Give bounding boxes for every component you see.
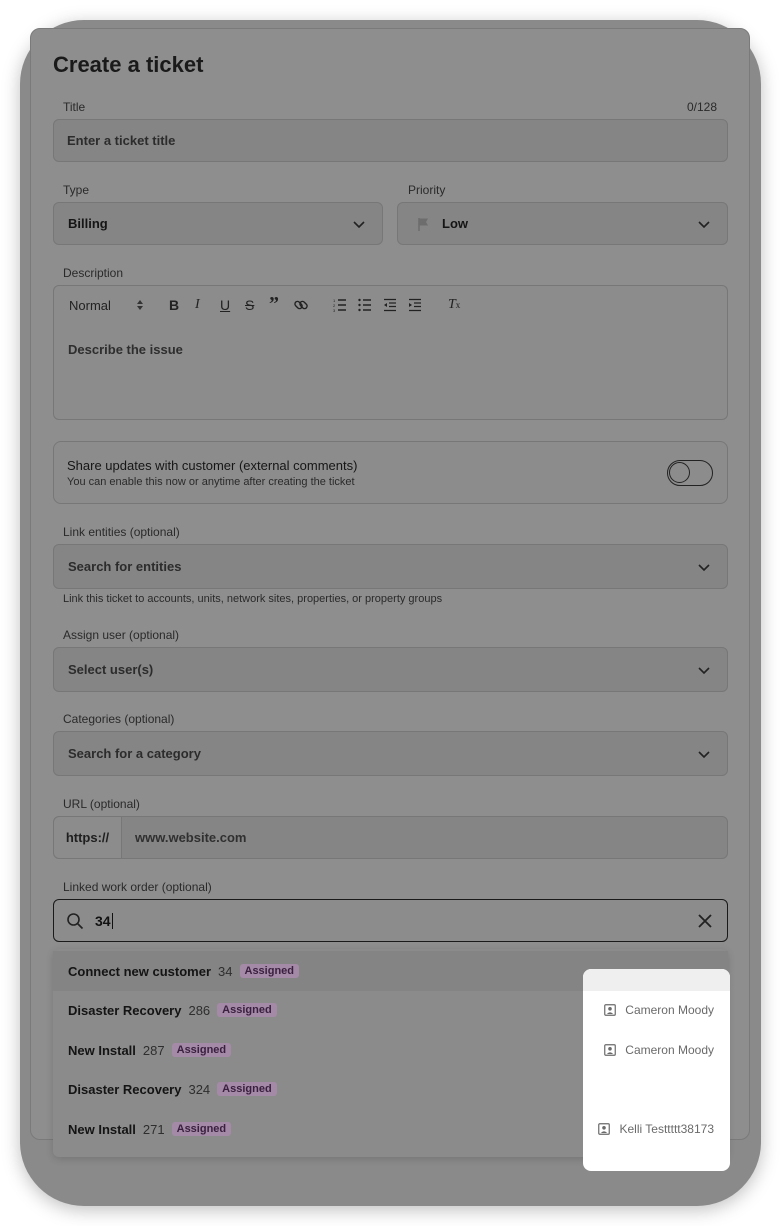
priority-label: Priority xyxy=(408,183,446,197)
updown-icon xyxy=(137,300,143,310)
bullet-list-icon[interactable] xyxy=(358,298,372,312)
flag-icon xyxy=(418,217,428,231)
bold-icon[interactable]: B xyxy=(169,297,179,313)
work-order-number: 286 xyxy=(188,1002,211,1018)
url-label: URL (optional) xyxy=(63,797,140,811)
categories-select[interactable]: Search for a category xyxy=(53,731,728,776)
description-label: Description xyxy=(63,266,124,280)
italic-icon[interactable]: I xyxy=(195,297,200,313)
search-icon xyxy=(67,912,84,929)
type-select[interactable]: Billing xyxy=(53,202,383,245)
clear-format-icon[interactable]: Tx xyxy=(448,297,460,313)
chevron-down-icon xyxy=(353,220,365,228)
type-label: Type xyxy=(63,183,90,197)
work-order-name: Connect new customer xyxy=(68,963,212,979)
type-value: Billing xyxy=(68,216,108,231)
work-order-label: Linked work order (optional) xyxy=(63,880,212,894)
work-order-name: Disaster Recovery xyxy=(68,1081,182,1097)
underline-icon[interactable]: U xyxy=(220,297,230,313)
assignee: Cameron Moody xyxy=(604,1043,714,1057)
work-order-number: 287 xyxy=(142,1042,165,1058)
share-updates-card: Share updates with customer (external co… xyxy=(53,441,728,504)
toggle-knob xyxy=(669,462,690,483)
assignee: Kelli Testtttt38173 xyxy=(598,1122,714,1136)
share-toggle[interactable] xyxy=(667,460,713,486)
outdent-icon[interactable] xyxy=(383,298,397,312)
title-input[interactable]: Enter a ticket title xyxy=(53,119,728,162)
categories-label: Categories (optional) xyxy=(63,712,175,726)
assignee-column-highlight: Cameron Moody Cameron Moody Kelli Testtt… xyxy=(583,969,730,1171)
assignee: Cameron Moody xyxy=(604,1003,714,1017)
priority-select[interactable]: Low xyxy=(397,202,728,245)
link-entities-hint: Link this ticket to accounts, units, net… xyxy=(63,593,443,605)
work-order-query: 34 xyxy=(95,912,113,929)
priority-value: Low xyxy=(442,216,468,231)
assign-user-label: Assign user (optional) xyxy=(63,628,180,642)
work-order-search[interactable]: 34 xyxy=(53,899,728,942)
title-placeholder: Enter a ticket title xyxy=(67,133,176,148)
quote-icon[interactable]: ” xyxy=(269,293,279,316)
chevron-down-icon xyxy=(698,666,710,674)
svg-text:3: 3 xyxy=(333,308,336,312)
description-editor[interactable]: Describe the issue xyxy=(53,328,728,420)
assignee-name: Cameron Moody xyxy=(625,1003,714,1017)
assignee-name: Kelli Testtttt38173 xyxy=(619,1122,714,1136)
user-icon xyxy=(598,1123,611,1135)
share-subtitle: You can enable this now or anytime after… xyxy=(67,476,355,488)
status-badge: Assigned xyxy=(171,1043,232,1057)
link-entities-label: Link entities (optional) xyxy=(63,525,180,539)
link-entities-select[interactable]: Search for entities xyxy=(53,544,728,589)
status-badge: Assigned xyxy=(239,964,300,978)
url-prefix: https:// xyxy=(54,817,122,858)
description-placeholder: Describe the issue xyxy=(68,342,183,357)
ordered-list-icon[interactable]: 123 xyxy=(333,298,347,312)
text-style-select[interactable]: Normal xyxy=(69,298,111,313)
assign-user-placeholder: Select user(s) xyxy=(68,662,154,677)
chevron-down-icon xyxy=(698,563,710,571)
page-title: Create a ticket xyxy=(53,52,204,77)
status-badge: Assigned xyxy=(171,1122,232,1136)
indent-icon[interactable] xyxy=(408,298,422,312)
clear-icon[interactable] xyxy=(698,913,712,928)
title-counter: 0/128 xyxy=(686,100,717,114)
chevron-down-icon xyxy=(698,220,710,228)
user-icon xyxy=(604,1044,617,1056)
work-order-number: 271 xyxy=(142,1121,165,1137)
work-order-name: Disaster Recovery xyxy=(68,1002,182,1018)
work-order-number: 34 xyxy=(218,963,233,979)
link-entities-placeholder: Search for entities xyxy=(68,559,182,574)
user-icon xyxy=(604,1004,617,1016)
link-icon[interactable] xyxy=(293,297,309,313)
status-badge: Assigned xyxy=(217,1003,277,1017)
work-order-name: New Install xyxy=(68,1042,136,1058)
chevron-down-icon xyxy=(698,750,710,758)
url-placeholder: www.website.com xyxy=(135,830,247,845)
text-style-value: Normal xyxy=(69,298,111,313)
url-input[interactable]: www.website.com xyxy=(122,817,727,858)
categories-placeholder: Search for a category xyxy=(68,746,201,761)
share-title: Share updates with customer (external co… xyxy=(67,458,358,473)
strikethrough-icon[interactable]: S xyxy=(245,297,254,313)
title-label: Title xyxy=(63,100,86,114)
work-order-number: 324 xyxy=(188,1081,211,1097)
assign-user-select[interactable]: Select user(s) xyxy=(53,647,728,692)
work-order-name: New Install xyxy=(68,1121,136,1137)
status-badge: Assigned xyxy=(217,1082,277,1096)
url-field: https:// www.website.com xyxy=(53,816,728,859)
assignee-name: Cameron Moody xyxy=(625,1043,714,1057)
highlight-row xyxy=(583,969,730,991)
